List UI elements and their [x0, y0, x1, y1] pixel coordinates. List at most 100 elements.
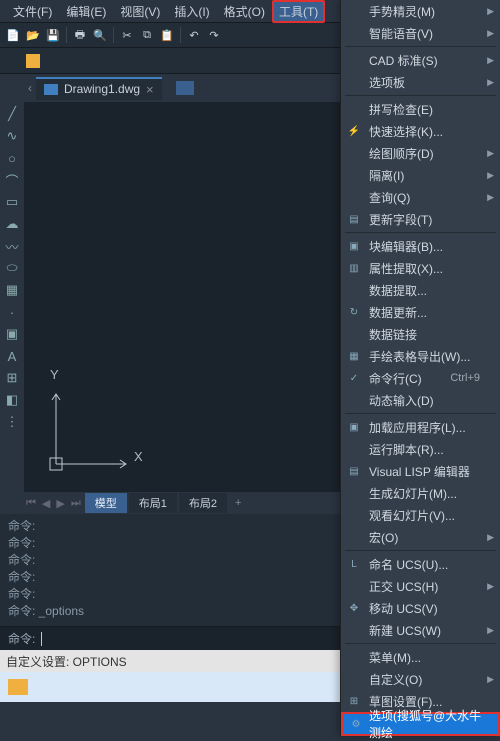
region-icon[interactable]: ◧ — [4, 392, 20, 408]
menu-item[interactable]: ✥移动 UCS(V) — [341, 597, 500, 619]
menu-item[interactable]: 手势精灵(M)▶ — [341, 0, 500, 22]
new-icon[interactable]: 📄 — [4, 26, 22, 44]
save-icon[interactable]: 💾 — [44, 26, 62, 44]
menu-file[interactable]: 文件(F) — [6, 0, 59, 23]
x-axis-label: X — [134, 449, 143, 464]
menu-item-label: 动态输入(D) — [369, 392, 434, 409]
explorer-icon[interactable] — [8, 679, 28, 695]
menu-item[interactable]: 新建 UCS(W)▶ — [341, 619, 500, 641]
first-icon[interactable]: ⏮ — [24, 497, 38, 510]
info-icon — [26, 54, 40, 68]
menu-item[interactable]: 观看幻灯片(V)... — [341, 504, 500, 526]
menu-item[interactable]: 隔离(I)▶ — [341, 164, 500, 186]
menu-item-icon: ⚡ — [347, 124, 361, 138]
menu-item[interactable]: 正交 UCS(H)▶ — [341, 575, 500, 597]
menu-item-icon: ⚙ — [349, 717, 363, 731]
text-icon[interactable]: A — [4, 348, 20, 364]
menu-item[interactable]: 绘图顺序(D)▶ — [341, 142, 500, 164]
arc-icon[interactable]: ⌒ — [4, 172, 20, 188]
table-icon[interactable]: ⊞ — [4, 370, 20, 386]
menu-item[interactable]: ▤Visual LISP 编辑器 — [341, 460, 500, 482]
menu-item[interactable]: ▣ 加载应用程序(L)... — [341, 416, 500, 438]
menu-item[interactable]: ↻数据更新... — [341, 301, 500, 323]
menu-item-label: 自定义(O) — [369, 671, 422, 688]
menu-item[interactable]: 数据提取... — [341, 279, 500, 301]
menu-item[interactable]: 智能语音(V)▶ — [341, 22, 500, 44]
menu-item[interactable]: ✓命令行(C)Ctrl+9 — [341, 367, 500, 389]
menu-item[interactable]: 运行脚本(R)... — [341, 438, 500, 460]
menu-item[interactable]: 宏(O)▶ — [341, 526, 500, 548]
menu-item-label: 绘图顺序(D) — [369, 145, 434, 162]
menu-item-label: 块编辑器(B)... — [369, 238, 443, 255]
menu-item-icon: ▣ — [347, 420, 361, 434]
menu-item-label: 选项板 — [369, 74, 405, 91]
menu-item[interactable]: 数据链接 — [341, 323, 500, 345]
last-icon[interactable]: ⏭ — [69, 497, 83, 510]
more-icon[interactable]: ⋮ — [4, 414, 20, 430]
menu-view[interactable]: 视图(V) — [113, 0, 167, 23]
menu-item-label: 移动 UCS(V) — [369, 600, 438, 617]
menu-item-label: 正交 UCS(H) — [369, 578, 438, 595]
menu-item-icon: ▤ — [347, 464, 361, 478]
line-icon[interactable]: ╱ — [4, 106, 20, 122]
hatch-icon[interactable]: ▦ — [4, 282, 20, 298]
undo-icon[interactable]: ↶ — [185, 26, 203, 44]
polyline-icon[interactable]: ∿ — [4, 128, 20, 144]
menu-item-icon: ↻ — [347, 305, 361, 319]
menu-item[interactable]: ⚡ 快速选择(K)... — [341, 120, 500, 142]
preview-icon[interactable]: 🔍 — [91, 26, 109, 44]
submenu-arrow-icon: ▶ — [487, 28, 494, 39]
menu-item[interactable]: ▣块编辑器(B)... — [341, 235, 500, 257]
menu-item[interactable]: ▦手绘表格导出(W)... — [341, 345, 500, 367]
menu-format[interactable]: 格式(O) — [217, 0, 272, 23]
chevron-left-icon[interactable]: ‹ — [28, 81, 32, 95]
menu-insert[interactable]: 插入(I) — [167, 0, 216, 23]
menu-item[interactable]: ⚙选项(搜狐号@大水牛测绘 — [341, 712, 500, 736]
left-toolbar: ╱ ∿ ○ ⌒ ▭ ☁ 〰 ⬭ ▦ · ▣ A ⊞ ◧ ⋮ — [0, 102, 24, 492]
cloud-icon[interactable]: ☁ — [4, 216, 20, 232]
tab-layout2[interactable]: 布局2 — [179, 493, 227, 513]
prev-icon[interactable]: ◀ — [40, 497, 52, 510]
menu-item[interactable]: CAD 标准(S)▶ — [341, 49, 500, 71]
menu-item[interactable]: 生成幻灯片(M)... — [341, 482, 500, 504]
submenu-arrow-icon: ▶ — [487, 170, 494, 181]
menu-item-label: 加载应用程序(L)... — [369, 419, 466, 436]
menu-item[interactable]: 动态输入(D) — [341, 389, 500, 411]
ellipse-icon[interactable]: ⬭ — [4, 260, 20, 276]
menu-item[interactable]: 自定义(O)▶ — [341, 668, 500, 690]
submenu-arrow-icon: ▶ — [487, 77, 494, 88]
spline-icon[interactable]: 〰 — [4, 238, 20, 254]
file-tab-drawing1[interactable]: Drawing1.dwg × — [36, 77, 162, 100]
cut-icon[interactable]: ✂ — [118, 26, 136, 44]
point-icon[interactable]: · — [4, 304, 20, 320]
tab-layout1[interactable]: 布局1 — [129, 493, 177, 513]
menu-item-label: CAD 标准(S) — [369, 52, 438, 69]
menu-item[interactable]: 查询(Q)▶ — [341, 186, 500, 208]
new-tab-icon[interactable] — [176, 81, 194, 95]
menu-tools[interactable]: 工具(T) — [272, 0, 325, 23]
submenu-arrow-icon: ▶ — [487, 625, 494, 636]
circle-icon[interactable]: ○ — [4, 150, 20, 166]
y-axis-label: Y — [50, 367, 59, 382]
submenu-arrow-icon: ▶ — [487, 6, 494, 17]
menu-item[interactable]: L命名 UCS(U)... — [341, 553, 500, 575]
paste-icon[interactable]: 📋 — [158, 26, 176, 44]
menu-item[interactable]: ▥属性提取(X)... — [341, 257, 500, 279]
copy-icon[interactable]: ⧉ — [138, 26, 156, 44]
print-icon[interactable]: 🖶 — [71, 26, 89, 44]
menu-item[interactable]: 菜单(M)... — [341, 646, 500, 668]
menu-item-label: 快速选择(K)... — [369, 123, 443, 140]
menu-item[interactable]: ▤更新字段(T) — [341, 208, 500, 230]
open-icon[interactable]: 📂 — [24, 26, 42, 44]
next-icon[interactable]: ▶ — [54, 497, 66, 510]
redo-icon[interactable]: ↷ — [205, 26, 223, 44]
rect-icon[interactable]: ▭ — [4, 194, 20, 210]
tab-model[interactable]: 模型 — [85, 493, 127, 513]
add-layout-icon[interactable]: + — [229, 497, 247, 509]
dwg-icon — [44, 84, 58, 95]
menu-edit[interactable]: 编辑(E) — [59, 0, 113, 23]
block-icon[interactable]: ▣ — [4, 326, 20, 342]
menu-item[interactable]: 选项板 ▶ — [341, 71, 500, 93]
menu-item[interactable]: 拼写检查(E) — [341, 98, 500, 120]
close-icon[interactable]: × — [146, 82, 154, 97]
